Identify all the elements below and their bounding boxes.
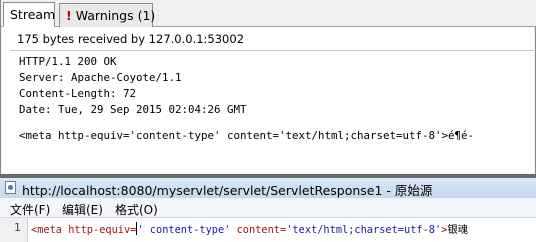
menu-format[interactable]: 格式(O) — [115, 201, 158, 218]
menu-bar: 文件(F) 编辑(E) 格式(O) — [0, 198, 536, 218]
response-line-date: Date: Tue, 29 Sep 2015 02:04:26 GMT — [19, 103, 247, 116]
source-code-line: <meta http-equiv=' content-type' content… — [31, 221, 468, 236]
code-tag-open: <meta — [31, 224, 69, 236]
tab-stream-label: Stream — [10, 7, 56, 22]
response-line-body: <meta http-equiv='content-type' content=… — [19, 129, 475, 142]
code-body-text: 银魂 — [447, 224, 468, 236]
response-line-content-length: Content-Length: 72 — [19, 87, 137, 100]
warning-icon: ! — [66, 8, 72, 23]
tab-stream[interactable]: Stream — [3, 2, 55, 27]
source-editor[interactable]: 1 <meta http-equiv=' content-type' conte… — [0, 218, 536, 242]
window-titlebar: http://localhost:8080/myservlet/servlet/… — [0, 178, 536, 198]
stream-content: 175 bytes received by 127.0.0.1:53002 HT… — [2, 27, 534, 173]
tab-warnings-label: Warnings (1) — [75, 8, 156, 23]
code-value-charset: 'text/html;charset=utf-8' — [286, 224, 442, 236]
menu-file[interactable]: 文件(F) — [10, 201, 50, 218]
view-source-window: http://localhost:8080/myservlet/servlet/… — [0, 178, 536, 242]
line-number: 1 — [0, 218, 28, 242]
tab-warnings[interactable]: ! Warnings (1) — [59, 3, 156, 27]
page-icon — [5, 181, 16, 194]
http-response-panel: Stream ! Warnings (1) 175 bytes received… — [0, 0, 536, 174]
code-attr-content: content= — [236, 224, 287, 236]
code-value-content-type: ' content-type' — [137, 224, 231, 236]
response-text[interactable]: HTTP/1.1 200 OK Server: Apache-Coyote/1.… — [11, 51, 534, 171]
bytes-received-status: 175 bytes received by 127.0.0.1:53002 — [17, 32, 245, 46]
response-line-status: HTTP/1.1 200 OK — [19, 55, 117, 68]
window-title: http://localhost:8080/myservlet/servlet/… — [22, 183, 433, 198]
response-line-server: Server: Apache-Coyote/1.1 — [19, 71, 182, 84]
menu-edit[interactable]: 编辑(E) — [62, 201, 103, 218]
code-attr-http-equiv: http-equiv= — [68, 224, 137, 236]
tab-bar: Stream ! Warnings (1) — [1, 0, 536, 27]
